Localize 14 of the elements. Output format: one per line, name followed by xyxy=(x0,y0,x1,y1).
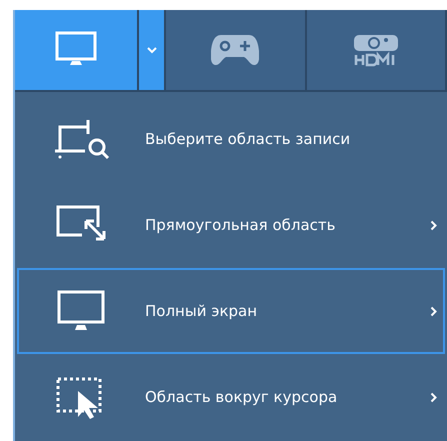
dropdown-button[interactable] xyxy=(139,10,166,90)
menu-item-label: Область вокруг курсора xyxy=(145,388,338,406)
menu-item[interactable]: Область вокруг курсора xyxy=(17,354,445,440)
gamepad-icon xyxy=(211,33,260,67)
menu-item[interactable]: Полный экран xyxy=(17,268,445,354)
area-search-icon xyxy=(54,117,110,161)
menu-item[interactable]: Выберите область записи xyxy=(17,96,445,182)
mode-tab[interactable] xyxy=(15,10,139,90)
caret-icon xyxy=(146,46,156,54)
hdmi-camera-icon xyxy=(352,33,400,67)
menu-item-label: Выберите область записи xyxy=(145,130,352,148)
menu-item[interactable]: Прямоугольная область xyxy=(17,182,445,268)
menu-item-label: Прямоугольная область xyxy=(145,216,337,234)
menu-item-label: Полный экран xyxy=(145,302,258,320)
